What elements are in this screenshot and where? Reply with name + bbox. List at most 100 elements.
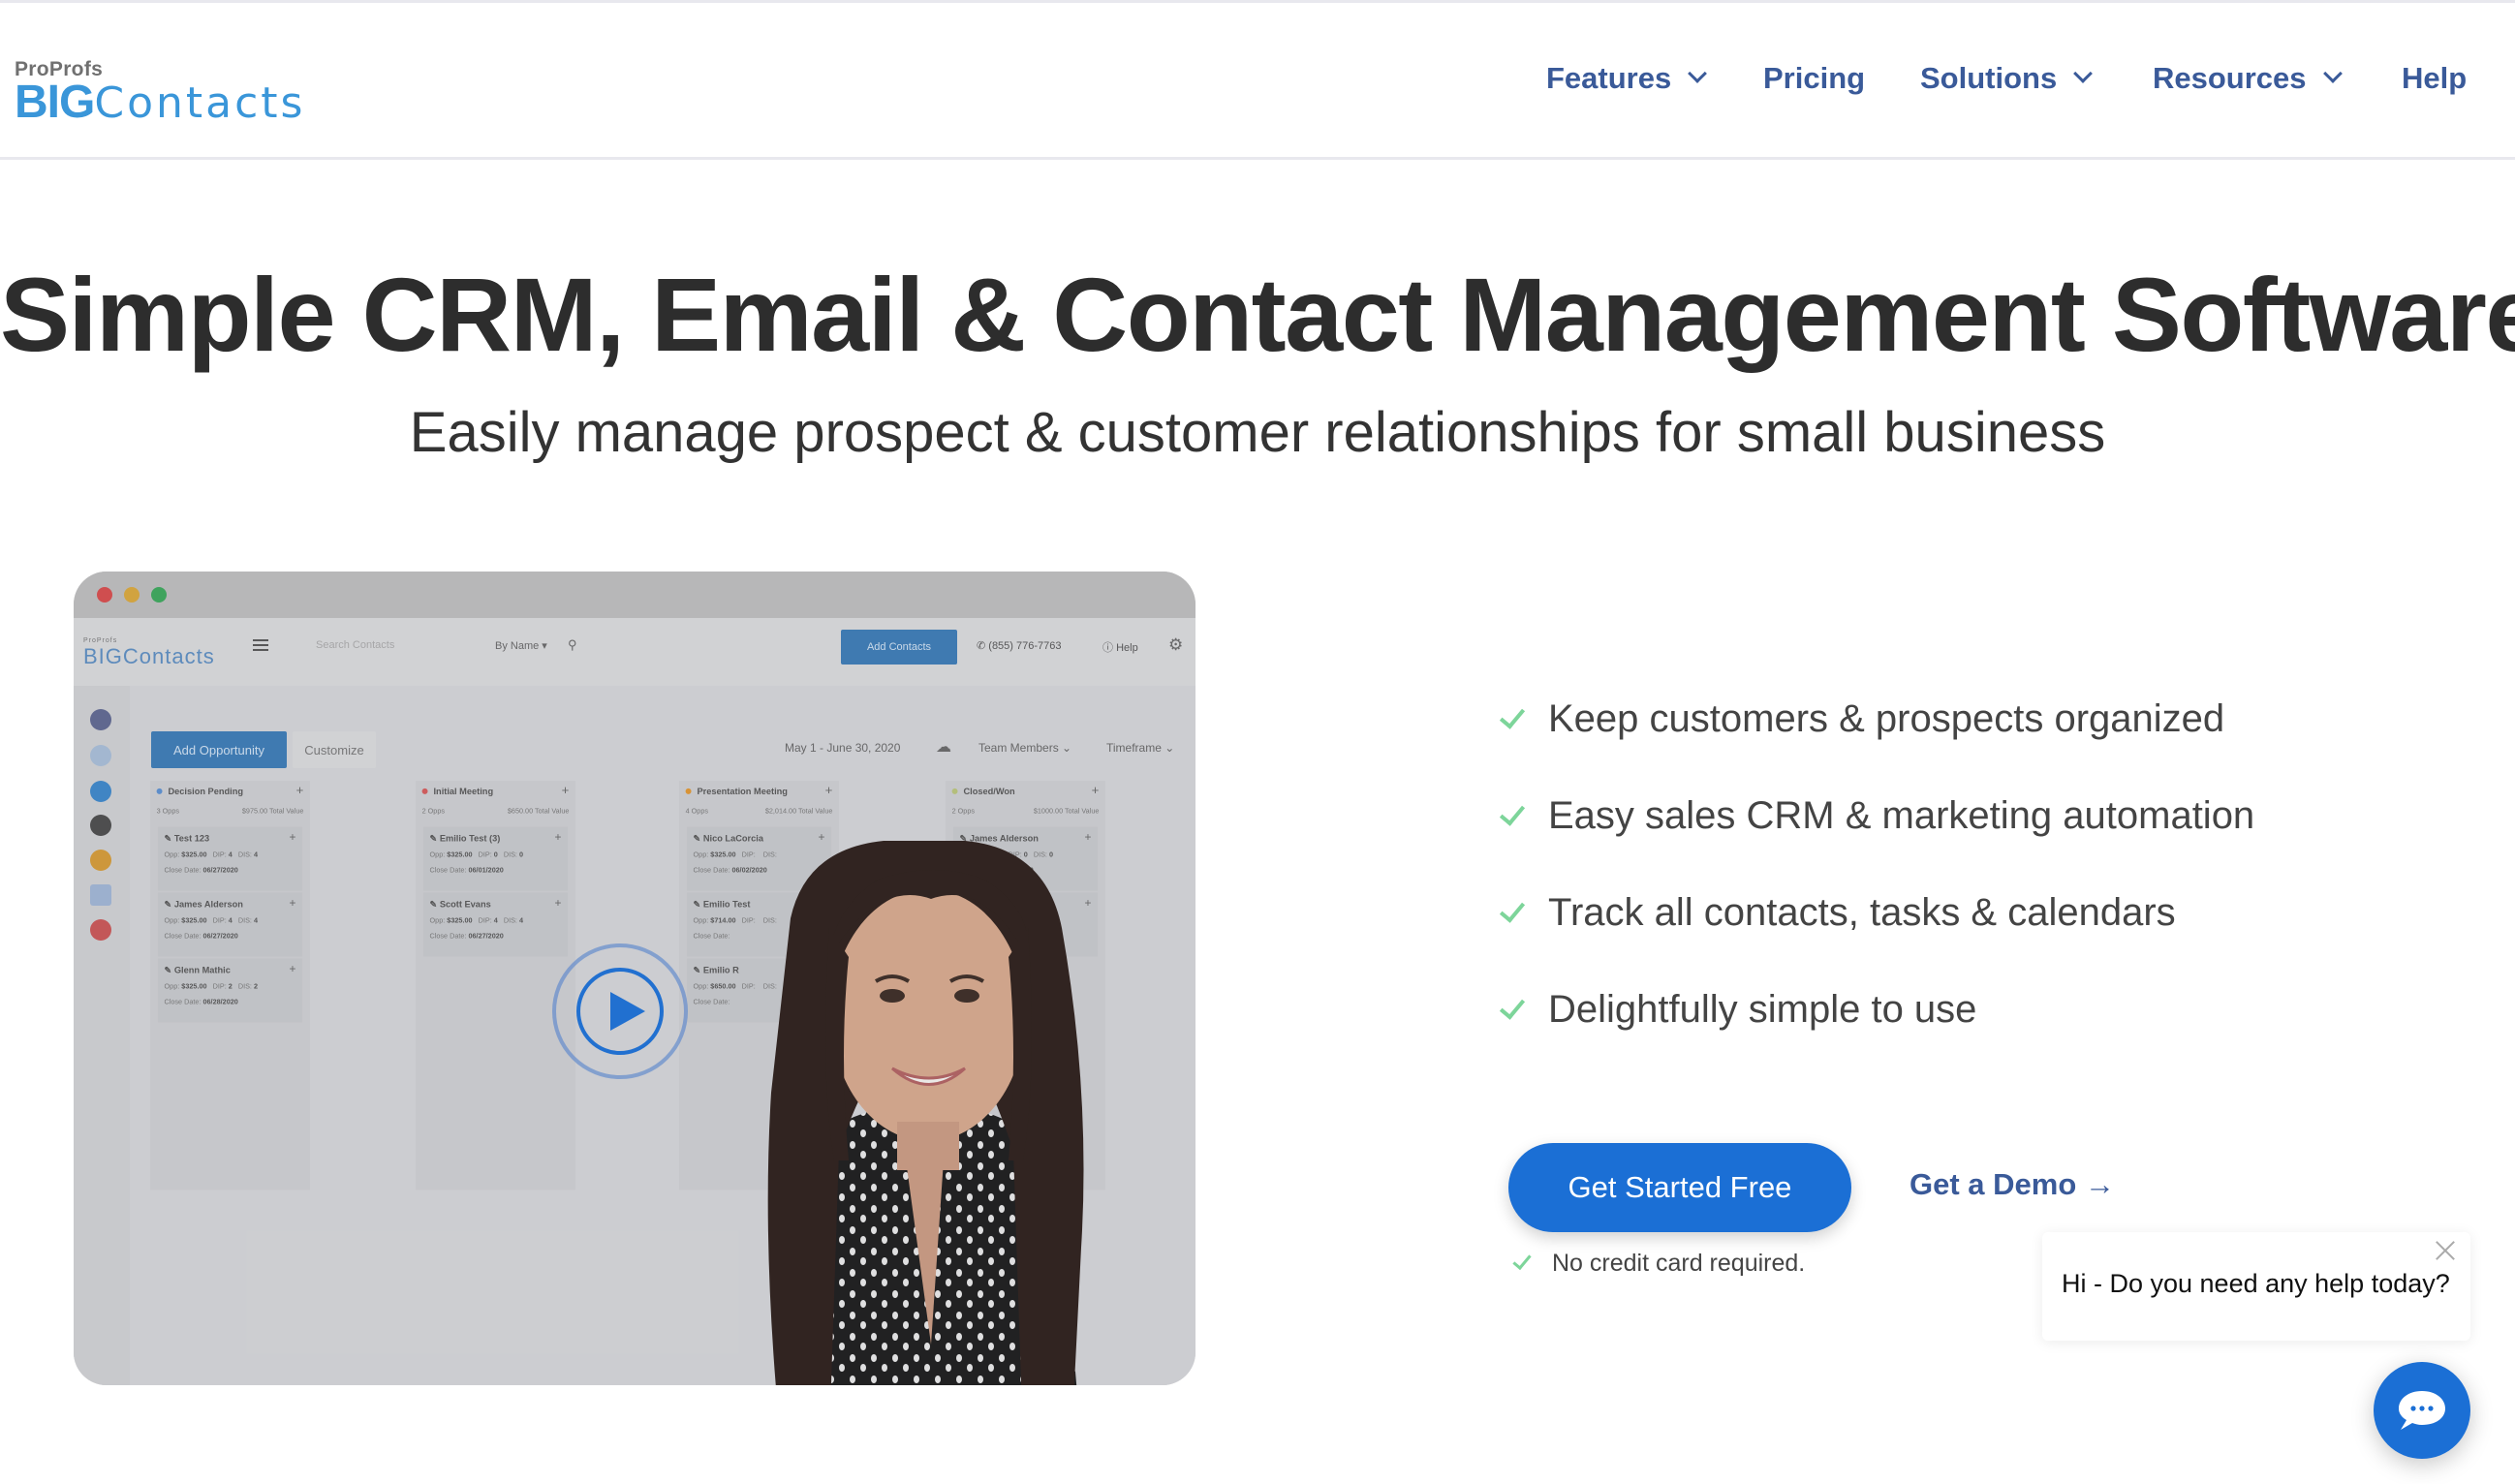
nav-pricing[interactable]: Pricing [1763,61,1865,96]
column-title-text: Decision Pending [168,786,243,796]
menu-icon [253,639,268,651]
app-timeframe: Timeframe ⌄ [1106,741,1175,755]
sidebar-icon [90,850,111,871]
dip-label: DIP: [212,850,227,859]
product-video[interactable]: ProProfs BIGContacts Search Contacts By N… [74,572,1195,1385]
column-summary: 2 Opps $650.00 Total Value [422,808,570,816]
sidebar-icon [90,709,111,730]
dip-value: 2 [228,982,233,991]
dip-value: 4 [494,916,499,925]
card-close-date: Close Date: 06/27/2020 [164,932,237,940]
close-date-value: 06/28/2020 [202,998,238,1006]
sidebar-icon [90,919,111,941]
dis-label: DIS: [504,916,518,925]
move-icon: + [289,962,296,975]
opp-value: $325.00 [180,850,207,859]
opp-value: $325.00 [447,916,473,925]
total-value: $1000.00 Total Value [1033,807,1099,816]
search-icon: ⚲ [568,637,577,652]
nav-solutions-label: Solutions [1920,61,2058,95]
close-date-label: Close Date: [164,866,202,875]
status-dot [685,788,692,794]
sidebar-icon [90,781,111,802]
kanban-column: Initial Meeting +2 Opps $650.00 Total Valu… [416,781,576,1190]
site-header: ProProfs BIGContacts Features Pricing So… [0,3,2515,160]
no-credit-card-note: No credit card required. [1511,1250,1805,1278]
card-values: Opp: $325.00 DIP: 2 DIS: 2 [164,983,258,991]
no-credit-card-text: No credit card required. [1552,1250,1806,1277]
card-name-text: Scott Evans [440,899,492,910]
get-started-button[interactable]: Get Started Free [1508,1143,1851,1232]
card-name: ✎ Scott Evans [429,899,492,910]
close-icon[interactable] [2434,1238,2457,1261]
dip-value: 4 [228,916,233,925]
status-dot [951,788,958,794]
card-close-date: Close Date: 06/27/2020 [164,866,237,874]
close-date-value: 06/27/2020 [468,932,505,941]
hero-subtitle: Easily manage prospect & customer relati… [409,401,2106,464]
card-name-text: Test 123 [173,833,209,844]
column-title-text: Initial Meeting [433,786,494,796]
dis-value: 4 [253,916,258,925]
card-name-text: James Alderson [173,899,243,910]
opps-count: 2 Opps [951,807,975,816]
app-help-text: Help [1116,642,1138,654]
opportunity-card: ✎ Emilio Test (3) + Opp: $325.00 DIP: 0 DI… [423,826,569,891]
nav-resources[interactable]: Resources [2153,61,2343,96]
dip-label: DIP: [479,850,493,859]
get-demo-link[interactable]: Get a Demo → [1910,1167,2115,1202]
sidebar-icon [90,815,111,836]
window-maximize-dot [151,587,167,603]
chat-button[interactable] [2374,1362,2470,1459]
chevron-down-icon [2322,64,2343,83]
opp-label: Opp: [164,982,179,991]
feature-text: Easy sales CRM & marketing automation [1548,794,2255,837]
chart-icon [90,884,111,906]
checkmark-icon [1512,1250,1532,1270]
nav-features[interactable]: Features [1546,61,1708,96]
card-values: Opp: $325.00 DIP: 0 DIS: 0 [430,851,524,859]
checkmark-icon [1499,992,1526,1020]
card-values: Opp: $325.00 DIP: 4 DIS: 4 [164,917,258,925]
app-search-by: By Name ▾ [495,640,547,652]
card-name: ✎ Test 123 [164,833,209,844]
dip-value: 4 [228,850,233,859]
move-icon: + [554,896,562,910]
move-icon: + [289,830,296,844]
app-logo-text: BIGContacts [83,644,215,668]
move-icon: + [295,783,304,798]
app-sidebar [74,686,130,1385]
dip-label: DIP: [212,916,227,925]
app-add-contacts: Add Contacts [841,630,957,665]
chat-message: Hi - Do you need any help today? [2062,1269,2450,1298]
feature-item: Delightfully simple to use [1498,988,1976,1032]
app-toolbar: ProProfs BIGContacts Search Contacts By N… [74,618,1195,686]
column-summary: 3 Opps $975.00 Total Value [156,808,303,816]
checkmark-icon [1499,701,1526,729]
app-customize: Customize [293,731,376,768]
kanban-column: Decision Pending +3 Opps $975.00 Total Val… [149,781,310,1190]
opps-count: 4 Opps [685,807,708,816]
nav-solutions[interactable]: Solutions [1920,61,2094,96]
nav-help[interactable]: Help [2402,61,2467,96]
brand-logo[interactable]: ProProfs BIGContacts [15,59,305,128]
opportunity-card: ✎ Test 123 + Opp: $325.00 DIP: 4 DIS: 4 Clo… [157,826,302,891]
kanban-column-title: Presentation Meeting [685,786,788,796]
feature-text: Keep customers & prospects organized [1548,697,2225,740]
gear-icon: ⚙ [1168,635,1184,654]
chat-bubble-icon [2399,1391,2445,1430]
dip-label: DIP: [212,982,227,991]
app-date-range: May 1 - June 30, 2020 [785,741,901,755]
chat-popup[interactable]: Hi - Do you need any help today? [2042,1232,2470,1341]
move-icon: + [554,830,562,844]
opp-label: Opp: [164,916,179,925]
card-values: Opp: $325.00 DIP: 4 DIS: 4 [430,917,524,925]
dis-label: DIS: [237,850,252,859]
app-add-opportunity: Add Opportunity [151,731,287,768]
dip-value: 0 [494,850,499,859]
card-name: ✎ Emilio Test (3) [429,833,501,844]
close-date-value: 06/27/2020 [202,932,238,941]
column-summary: 2 Opps $1000.00 Total Value [951,808,1099,816]
dis-value: 0 [519,850,524,859]
nav-features-label: Features [1546,61,1672,95]
